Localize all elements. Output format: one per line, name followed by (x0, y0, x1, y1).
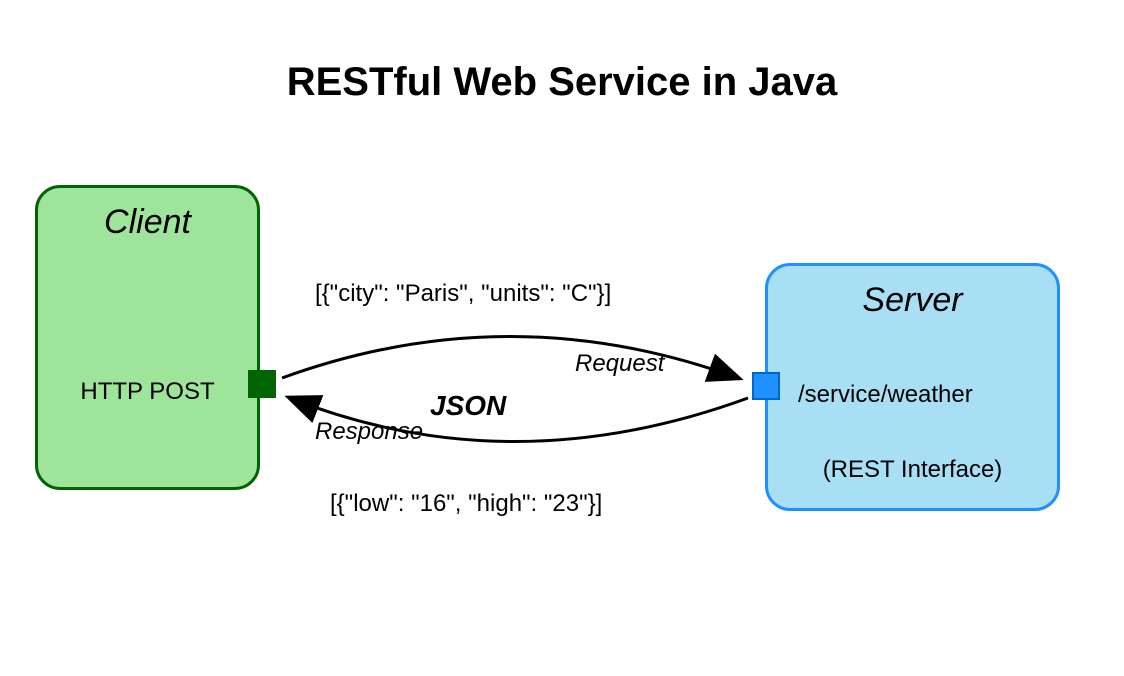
request-label: Request (575, 350, 664, 378)
server-endpoint: /service/weather (798, 381, 973, 409)
client-port (248, 370, 276, 398)
format-label: JSON (430, 390, 506, 422)
request-payload: [{"city": "Paris", "units": "C"}] (315, 280, 611, 308)
server-label: Server (768, 281, 1057, 320)
server-interface: (REST Interface) (768, 456, 1057, 484)
response-label: Response (315, 418, 423, 446)
request-arrow (282, 337, 738, 379)
server-node: Server /service/weather (REST Interface) (765, 263, 1060, 511)
client-protocol: HTTP POST (38, 378, 257, 406)
response-payload: [{"low": "16", "high": "23"}] (330, 490, 602, 518)
diagram-title: RESTful Web Service in Java (0, 60, 1124, 105)
client-node: Client HTTP POST (35, 185, 260, 490)
client-label: Client (38, 203, 257, 242)
server-port (752, 372, 780, 400)
